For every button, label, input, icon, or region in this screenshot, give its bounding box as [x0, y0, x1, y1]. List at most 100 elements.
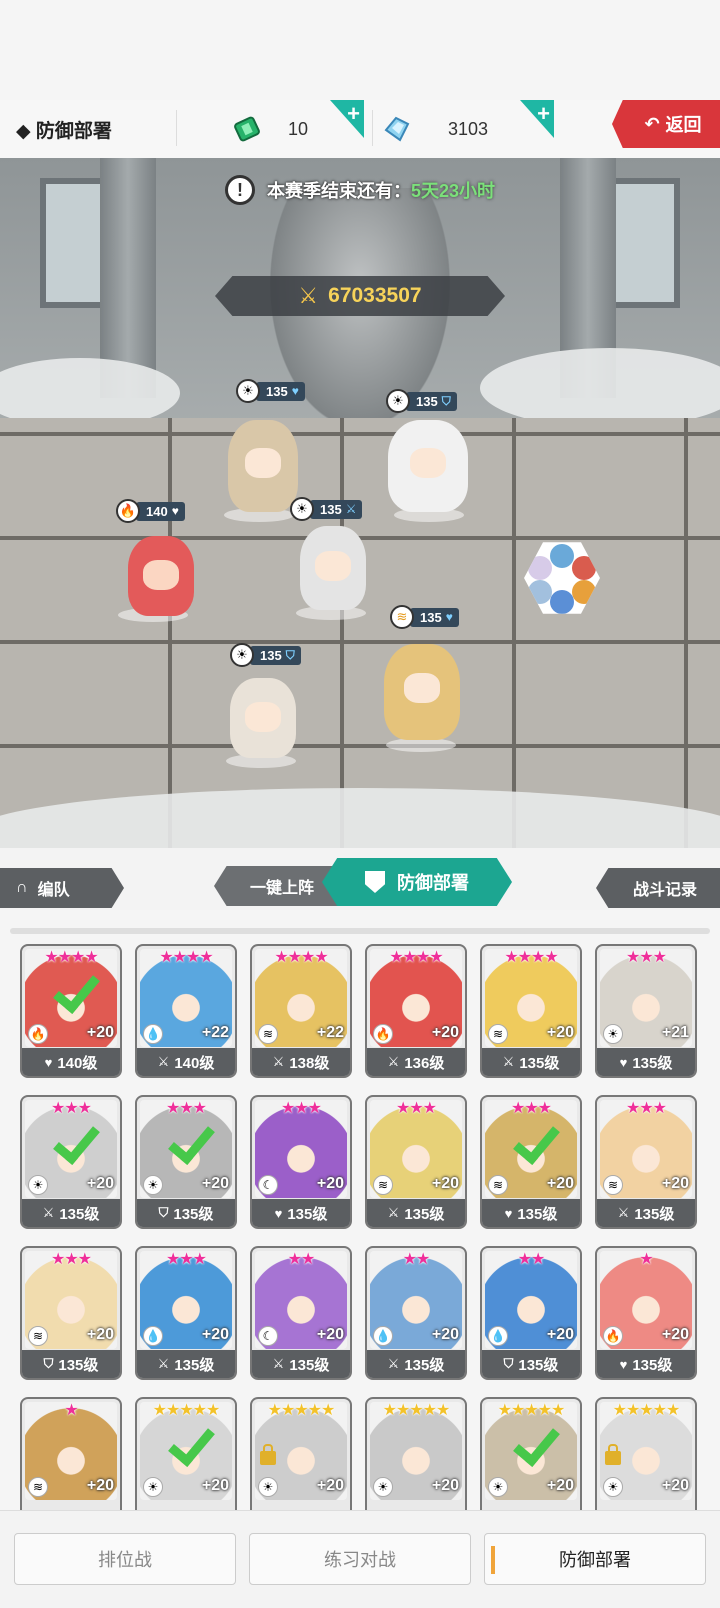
unit-level-tag: ☀ 135 ♥ [236, 379, 305, 403]
battlefield-scene: ! 本赛季结束还有： 5天23小时 ⚔ 67033507 ☀ 135 ♥ ☀ 13… [0, 158, 720, 848]
enhance-level: +20 [201, 1326, 229, 1343]
team-tab[interactable]: ∩ 编队 [0, 868, 124, 908]
hero-card[interactable]: ★★★★ 🔥 +20 ⚔ 136级 [365, 944, 467, 1078]
hero-card[interactable]: ★★★★ ≋ +22 ⚔ 138级 [250, 944, 352, 1078]
hero-card[interactable]: ★★★ ☀ +20 ⚔ 135级 [20, 1095, 122, 1229]
hero-level: 138级 [289, 1054, 330, 1072]
hero-card[interactable]: ★★★ ☀ +20 ⛉ 135级 [135, 1095, 237, 1229]
sword-icon: ⚔ [157, 1356, 170, 1371]
fire-icon: 🔥 [373, 1024, 393, 1044]
hero-red-beast[interactable] [128, 536, 194, 616]
hero-card[interactable]: ★ ≋ +20 [20, 1397, 122, 1510]
hero-card[interactable]: ★★★★ 🔥 +20 ♥ 140级 [20, 944, 122, 1078]
hero-card[interactable]: ★★★★★ ☀ +20 [365, 1397, 467, 1510]
defense-tab[interactable]: 防御部署 [322, 858, 512, 906]
hero-card[interactable]: ★★★ ≋ +20 ⛉ 135级 [20, 1246, 122, 1380]
hero-level-bar: ⚔ 135级 [482, 1048, 580, 1076]
star-rating: ★★★ [50, 1100, 92, 1117]
unit-level-tag: ☀ 135 ⛉ [230, 643, 301, 667]
top-header: ◆ 防御部署 10 + 3103 + [0, 100, 720, 158]
hero-spear-sage[interactable] [230, 678, 296, 758]
hero-card[interactable]: ★★★ ≋ +20 ⚔ 135级 [365, 1095, 467, 1229]
star-rating: ★★★ [510, 1100, 552, 1117]
hero-card[interactable]: ★★★ ≋ +20 ⚔ 135级 [595, 1095, 697, 1229]
add-gems-button[interactable]: + [520, 100, 554, 138]
enhance-level: +20 [431, 1024, 459, 1041]
sword-icon: ⚔ [272, 1356, 285, 1371]
hero-card[interactable]: ★★★ ☀ +21 ♥ 135级 [595, 944, 697, 1078]
sun-icon: ☀ [603, 1477, 623, 1497]
wind-icon: ≋ [488, 1175, 508, 1195]
hero-card[interactable]: ★★ 💧 +20 ⛉ 135级 [480, 1246, 582, 1380]
enhance-level: +20 [661, 1477, 689, 1494]
hero-level: 135级 [287, 1205, 328, 1223]
enhance-level: +20 [546, 1326, 574, 1343]
hero-angel[interactable] [388, 420, 468, 512]
water-drop-icon: 💧 [373, 1326, 393, 1346]
enhance-level: +22 [201, 1024, 229, 1041]
ranked-battle-button[interactable]: 排位战 [14, 1533, 236, 1585]
hero-antler-mage[interactable] [228, 420, 298, 512]
practice-battle-button[interactable]: 练习对战 [249, 1533, 471, 1585]
fire-icon: 🔥 [603, 1326, 623, 1346]
sun-icon: ☀ [373, 1477, 393, 1497]
add-tickets-button[interactable]: + [330, 100, 364, 138]
hero-card[interactable]: ★★★ ≋ +20 ♥ 135级 [480, 1095, 582, 1229]
bottom-nav: 排位战 练习对战 防御部署 [0, 1510, 720, 1608]
hero-face [143, 560, 179, 590]
hero-card[interactable]: ★★★★★ ☀ +20 [135, 1397, 237, 1510]
hero-level: 135级 [173, 1205, 214, 1223]
hero-card[interactable]: ★★★★★ ☀ +20 [480, 1397, 582, 1510]
hero-level: 135级 [518, 1356, 559, 1374]
heart-icon: ♥ [44, 1054, 53, 1070]
return-arrow-icon: ↶ [644, 113, 660, 134]
deployed-check-icon [163, 1425, 209, 1465]
back-button[interactable]: ↶ 返回 [612, 100, 720, 148]
hero-face [245, 702, 281, 732]
unit-level: 140 ♥ [136, 501, 185, 521]
sun-icon: ☀ [290, 497, 314, 521]
sun-icon: ☀ [386, 389, 410, 413]
unit-level: 135 ⛉ [250, 645, 301, 665]
sword-icon: ⚔ [502, 1054, 515, 1069]
page-title: ◆ 防御部署 [16, 121, 112, 142]
star-rating: ★★★★★ [497, 1402, 566, 1419]
heart-icon: ♥ [619, 1356, 628, 1372]
hero-level: 135级 [632, 1356, 673, 1374]
hero-card[interactable]: ★★★★ ≋ +20 ⚔ 135级 [480, 944, 582, 1078]
formation-slot [550, 544, 574, 568]
defense-deploy-button[interactable]: 防御部署 [484, 1533, 706, 1585]
hero-card[interactable]: ★★★★ 💧 +22 ⚔ 140级 [135, 944, 237, 1078]
gem-icon [384, 116, 410, 142]
heart-icon: ♥ [291, 384, 299, 398]
star-rating: ★★ [517, 1251, 546, 1268]
hero-white-knight[interactable] [300, 526, 366, 610]
star-rating: ★★★ [165, 1251, 207, 1268]
battle-log-tab[interactable]: 战斗记录 [596, 868, 720, 908]
star-rating: ★★★ [50, 1251, 92, 1268]
sword-icon: ⚔ [272, 1054, 285, 1069]
hero-card[interactable]: ★★★ 💧 +20 ⚔ 135级 [135, 1246, 237, 1380]
hero-card[interactable]: ★★★★★ ☀ +20 [595, 1397, 697, 1510]
hero-roster: ★★★★ 🔥 +20 ♥ 140级 ★★★★ 💧 +22 ⚔ 140级 ★★★★ ≋ +22 ⚔ 138级 ★… [0, 910, 720, 1510]
fog-cloud [480, 348, 720, 428]
roster-scrollbar[interactable] [10, 928, 710, 934]
hero-card[interactable]: ★★★ ☾ +20 ♥ 135级 [250, 1095, 352, 1229]
unit-level-tag: 🔥 140 ♥ [116, 499, 185, 523]
hero-level: 135级 [174, 1356, 215, 1374]
hero-card[interactable]: ★★★★★ ☀ +20 [250, 1397, 352, 1510]
star-rating: ★★★★ [159, 949, 213, 966]
hero-card[interactable]: ★ 🔥 +20 ♥ 135级 [595, 1246, 697, 1380]
season-remaining: 5天23小时 [410, 181, 496, 201]
hero-card[interactable]: ★★ ☾ +20 ⚔ 135级 [250, 1246, 352, 1380]
hero-face [410, 447, 446, 478]
hero-card[interactable]: ★★ 💧 +20 ⚔ 135级 [365, 1246, 467, 1380]
enhance-level: +20 [431, 1175, 459, 1192]
ticket-icon [234, 116, 260, 142]
wind-icon: ≋ [28, 1326, 48, 1346]
heart-icon: ♥ [274, 1205, 283, 1221]
hero-level: 135级 [517, 1205, 558, 1223]
hero-golden-druid[interactable] [384, 644, 460, 740]
auto-deploy-button[interactable]: 一键上阵 [214, 866, 340, 906]
plus-icon: + [537, 101, 550, 126]
